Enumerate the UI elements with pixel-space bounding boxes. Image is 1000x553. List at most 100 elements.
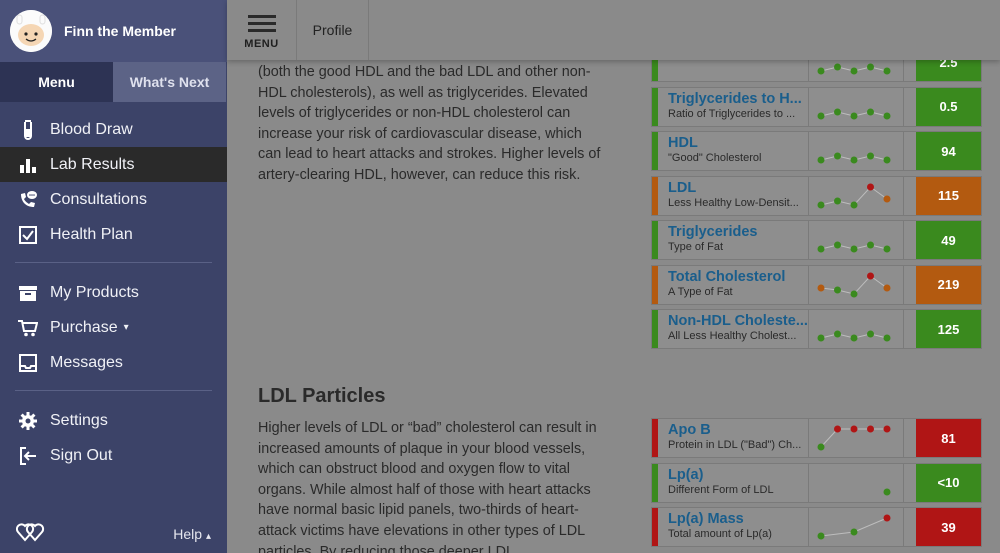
chevron-down-icon: ▾: [123, 322, 129, 333]
result-value-badge[interactable]: 125: [916, 310, 981, 348]
result-card[interactable]: LDL Less Healthy Low-Densit... 115: [651, 175, 982, 216]
result-card[interactable]: Non-HDL Choleste... All Less Healthy Chol…: [651, 309, 982, 349]
result-value-badge[interactable]: <10: [916, 463, 981, 502]
sidebar-item-consultations[interactable]: Consultations: [0, 182, 227, 217]
gear-icon: [18, 411, 38, 431]
trend-sparkline: [808, 221, 904, 259]
user-name[interactable]: Finn the Member: [64, 23, 176, 39]
result-value-badge[interactable]: 49: [916, 221, 981, 259]
sidebar-item-messages[interactable]: Messages: [0, 345, 227, 380]
sidebar-item-lab-results[interactable]: Lab Results: [0, 147, 227, 182]
sidebar-item-label: Consultations: [50, 190, 147, 208]
trend-sparkline: [808, 87, 904, 126]
result-card[interactable]: Lp(a) Mass Total amount of Lp(a) 39: [651, 507, 982, 547]
tab-menu[interactable]: Menu: [0, 62, 113, 102]
trend-point: [817, 334, 825, 342]
result-value-badge[interactable]: 115: [916, 176, 981, 215]
sidebar-item-purchase[interactable]: Purchase ▾: [0, 310, 227, 345]
trend-point: [883, 195, 891, 202]
trend-point: [850, 425, 858, 433]
result-subtitle: A Type of Fat: [668, 285, 733, 298]
chevron-up-icon: ▴: [205, 531, 211, 542]
trend-point: [817, 156, 825, 164]
sidebar-item-health-plan[interactable]: Health Plan: [0, 217, 227, 252]
result-title[interactable]: Triglycerides: [668, 224, 808, 240]
sidebar-item-label: Purchase: [50, 318, 118, 336]
sidebar-item-my-products[interactable]: My Products: [0, 275, 227, 310]
profile-tab[interactable]: Profile: [297, 0, 369, 60]
tab-whats-next[interactable]: What's Next: [113, 62, 226, 102]
result-title[interactable]: Non-HDL Choleste...: [668, 313, 808, 329]
section-heading-ldl-particles: LDL Particles: [258, 385, 386, 407]
sidebar-item-label: Health Plan: [50, 225, 133, 243]
result-title[interactable]: LDL: [668, 180, 808, 196]
trend-sparkline: [808, 132, 904, 170]
result-value-badge[interactable]: 81: [916, 419, 981, 457]
help-menu[interactable]: Help ▴: [173, 526, 211, 542]
help-label: Help: [173, 526, 203, 542]
result-names: Triglycerides Type of Fat: [658, 221, 808, 259]
avatar[interactable]: [10, 10, 52, 52]
result-title[interactable]: Total Cholesterol: [668, 269, 808, 285]
menu-button[interactable]: MENU: [227, 0, 297, 60]
trend-point: [817, 532, 825, 540]
sidebar-item-label: Lab Results: [50, 155, 135, 173]
sidebar-item-sign-out[interactable]: Sign Out: [0, 438, 227, 473]
trend-point: [883, 67, 891, 75]
trend-sparkline: [808, 419, 904, 457]
sidebar-item-label: Blood Draw: [50, 120, 133, 138]
cart-icon: [18, 318, 38, 338]
trend-point: [817, 245, 825, 253]
result-subtitle: Total amount of Lp(a): [668, 528, 772, 540]
sidebar-item-label: Settings: [50, 411, 108, 429]
user-header[interactable]: Finn the Member: [0, 0, 227, 62]
result-names: Apo B Protein in LDL ("Bad") Ch...: [658, 419, 808, 457]
result-title[interactable]: Apo B: [668, 422, 808, 438]
result-title[interactable]: HDL: [668, 135, 808, 151]
nav-group-main: Blood Draw Lab Results Consultations Hea…: [0, 102, 227, 252]
box-icon: [18, 283, 38, 303]
trend-point: [850, 67, 858, 75]
trend-point: [867, 152, 874, 160]
result-title[interactable]: Triglycerides to H...: [668, 91, 808, 107]
result-value-badge[interactable]: 0.5: [916, 87, 981, 126]
result-names: HDL "Good" Cholesterol: [658, 132, 808, 170]
result-value-badge[interactable]: 39: [916, 508, 981, 546]
trend-point: [867, 63, 874, 71]
trend-point: [834, 108, 841, 115]
trend-point: [817, 284, 825, 291]
result-title[interactable]: Lp(a) Mass: [668, 511, 808, 527]
trend-sparkline: [808, 265, 904, 304]
result-value-badge[interactable]: 219: [916, 265, 981, 304]
result-title[interactable]: Lp(a): [668, 467, 808, 483]
result-card[interactable]: Lp(a) Different Form of LDL <10: [651, 462, 982, 503]
nav-group-account: Settings Sign Out: [0, 403, 227, 473]
sidebar-item-blood-draw[interactable]: Blood Draw: [0, 112, 227, 147]
result-card[interactable]: Apo B Protein in LDL ("Bad") Ch... 81: [651, 418, 982, 458]
result-subtitle: Different Form of LDL: [668, 483, 774, 496]
result-card[interactable]: HDL "Good" Cholesterol 94: [651, 131, 982, 171]
result-card[interactable]: Triglycerides to H... Ratio of Triglyceri…: [651, 86, 982, 127]
trend-point: [883, 514, 891, 522]
sidebar-tabs: Menu What's Next: [0, 62, 227, 102]
sidebar-item-settings[interactable]: Settings: [0, 403, 227, 438]
trend-point: [817, 443, 825, 451]
trend-point: [850, 245, 858, 253]
phone-chat-icon: [18, 190, 38, 210]
sidebar: Finn the Member Menu What's Next Blood D…: [0, 0, 227, 553]
trend-point: [834, 63, 841, 71]
result-card[interactable]: Triglycerides Type of Fat 49: [651, 220, 982, 260]
result-names: Non-HDL Choleste... All Less Healthy Chol…: [658, 310, 808, 348]
trend-sparkline: [808, 508, 904, 546]
bar-chart-icon: [18, 155, 38, 175]
result-card[interactable]: Total Cholesterol A Type of Fat 219: [651, 264, 982, 305]
trend-point: [834, 152, 841, 160]
result-value-badge[interactable]: 94: [916, 132, 981, 170]
trend-point: [834, 425, 841, 433]
trend-point: [867, 241, 874, 249]
brand-logo-icon: [15, 522, 46, 547]
trend-point: [850, 112, 858, 119]
test-tube-icon: [18, 119, 38, 140]
trend-point: [867, 330, 874, 338]
result-subtitle: "Good" Cholesterol: [668, 152, 762, 164]
